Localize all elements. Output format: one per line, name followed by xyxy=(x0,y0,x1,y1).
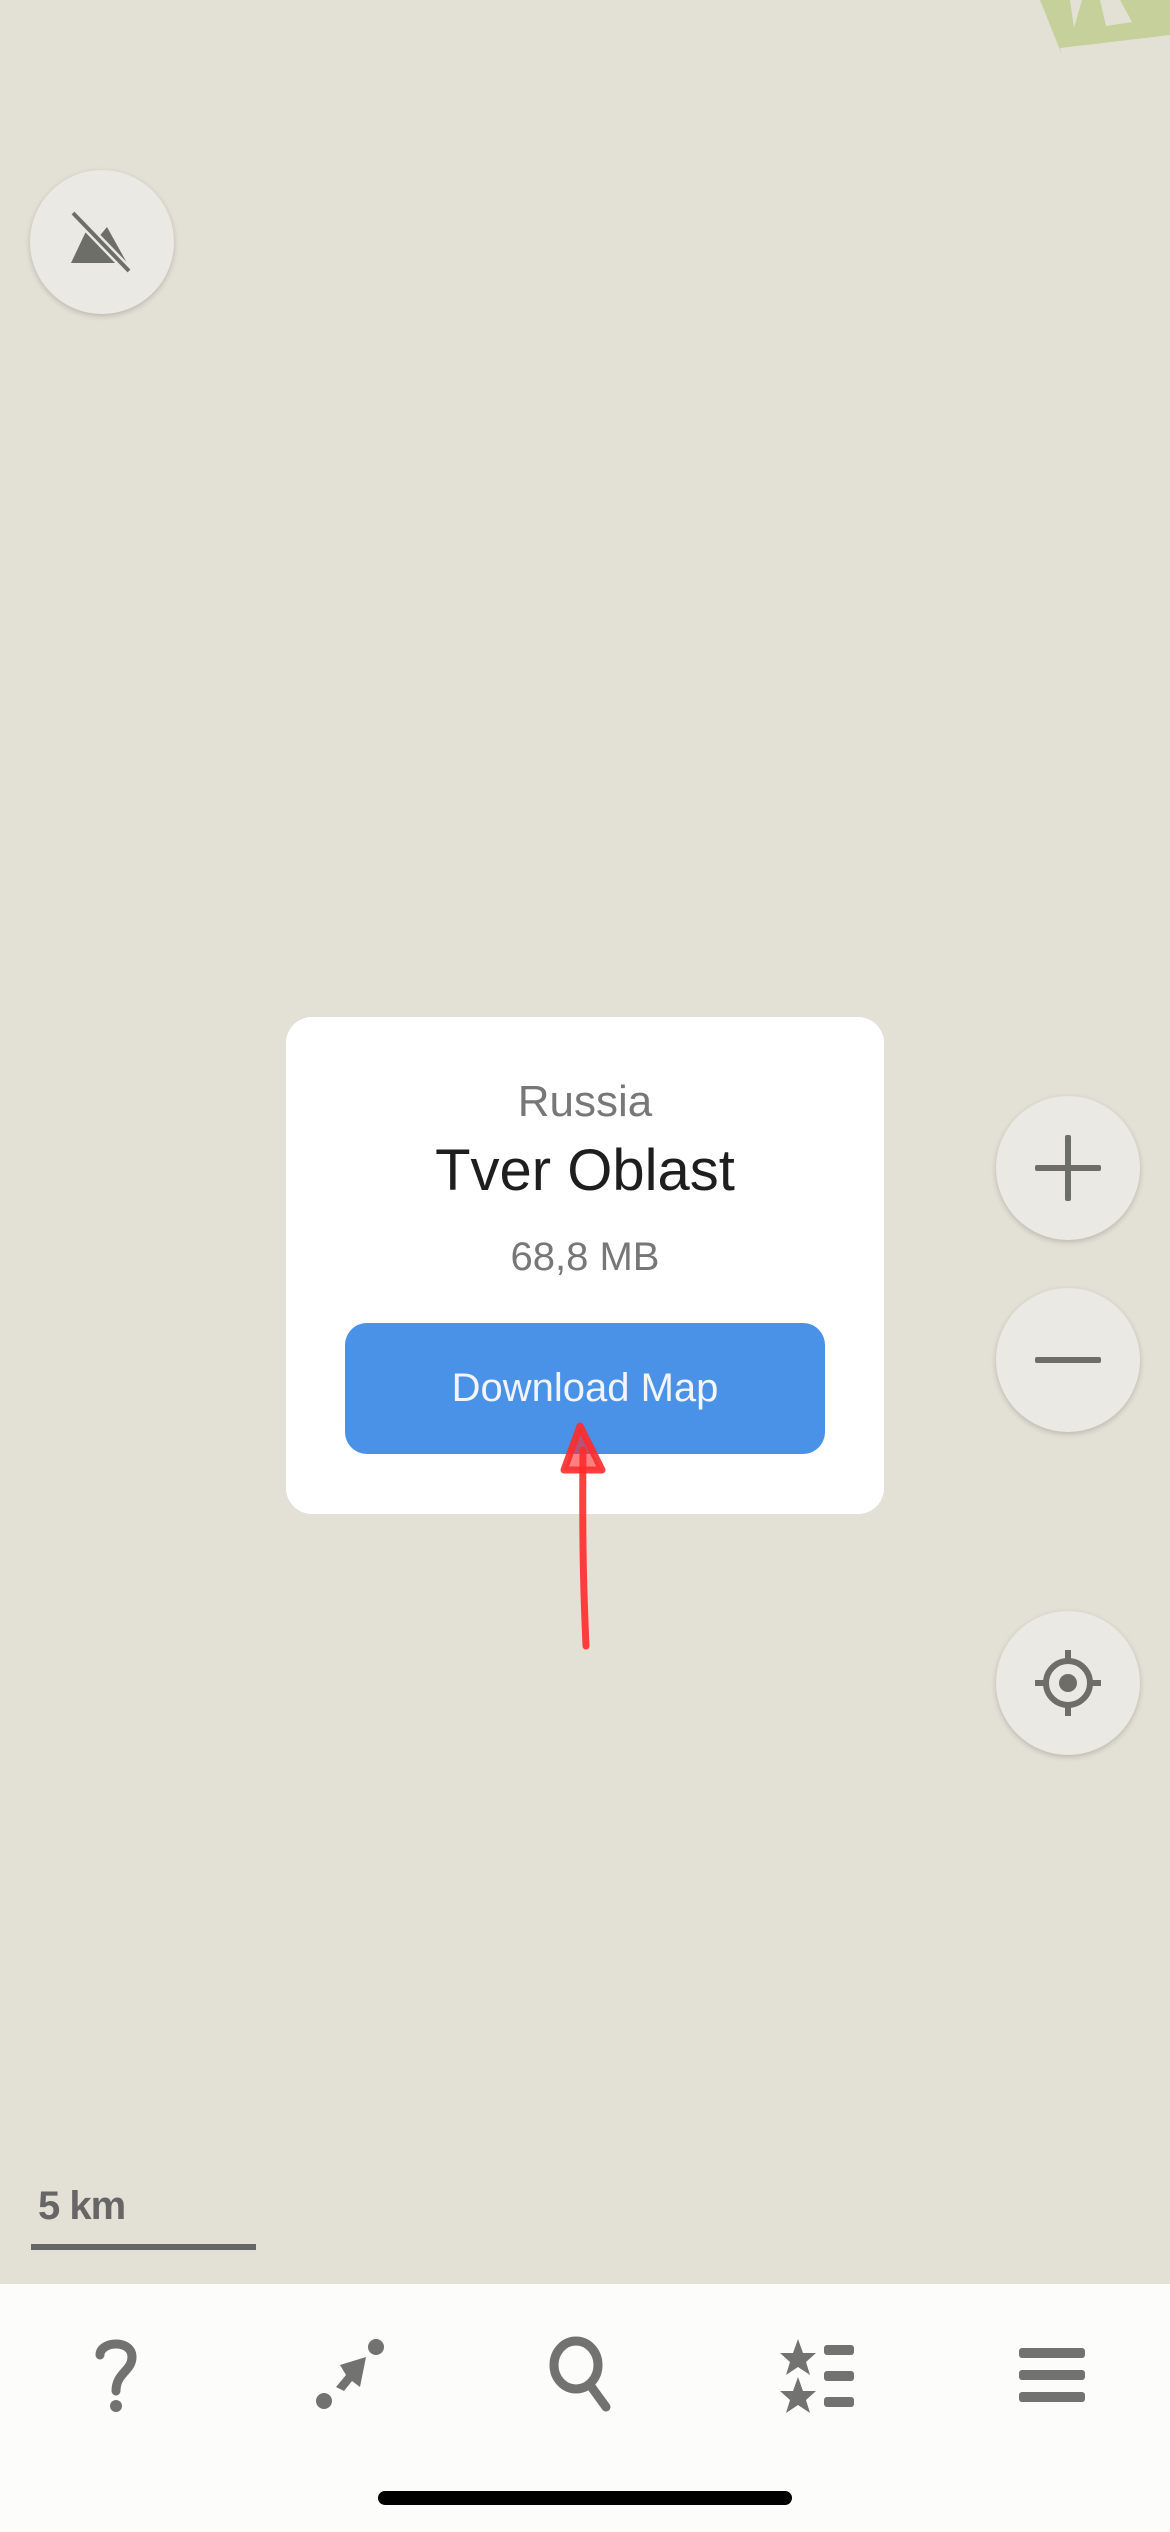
terrain-off-icon xyxy=(69,209,133,275)
map-view[interactable]: Russia Tver Oblast 68,8 MB Download Map … xyxy=(0,0,1170,2284)
bookmarks-icon xyxy=(780,2339,854,2413)
zoom-out-button[interactable] xyxy=(996,1288,1140,1432)
location-target-icon xyxy=(1035,1650,1101,1716)
region-name: Tver Oblast xyxy=(435,1138,735,1203)
map-scale-label: 5 km xyxy=(38,2184,126,2228)
country-name: Russia xyxy=(517,1077,653,1126)
map-scale-bar xyxy=(31,2244,256,2250)
bookmarks-button[interactable] xyxy=(758,2320,878,2430)
route-button[interactable] xyxy=(290,2320,410,2430)
map-size: 68,8 MB xyxy=(510,1235,660,1279)
minus-icon xyxy=(1035,1357,1101,1363)
menu-button[interactable] xyxy=(992,2320,1112,2430)
search-button[interactable] xyxy=(524,2320,644,2430)
terrain-toggle-button[interactable] xyxy=(30,170,174,314)
help-button[interactable] xyxy=(56,2320,176,2430)
menu-icon xyxy=(1019,2348,1085,2402)
search-icon xyxy=(549,2336,611,2412)
plus-icon xyxy=(1035,1135,1101,1201)
annotation-arrow xyxy=(560,1422,606,1650)
zoom-in-button[interactable] xyxy=(996,1096,1140,1240)
map-park-area xyxy=(1040,0,1170,55)
help-icon xyxy=(95,2339,137,2412)
route-icon xyxy=(316,2339,384,2409)
home-indicator[interactable] xyxy=(378,2491,792,2505)
my-location-button[interactable] xyxy=(996,1611,1140,1755)
